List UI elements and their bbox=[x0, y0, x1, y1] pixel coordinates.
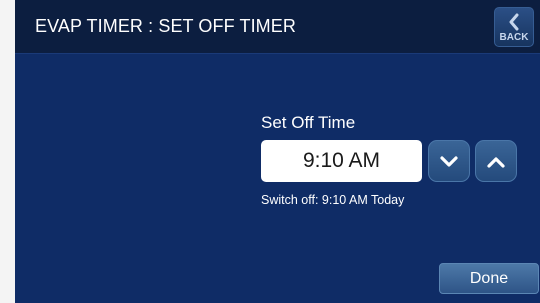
increase-time-button[interactable] bbox=[475, 140, 517, 182]
chevron-left-icon bbox=[509, 13, 519, 31]
back-button[interactable]: BACK bbox=[494, 7, 534, 47]
chevron-up-icon bbox=[487, 157, 505, 168]
page-title: EVAP TIMER : SET OFF TIMER bbox=[35, 16, 296, 36]
chevron-down-icon bbox=[440, 156, 458, 167]
off-time-display[interactable]: 9:10 AM bbox=[261, 140, 422, 182]
done-button[interactable]: Done bbox=[439, 263, 539, 294]
switch-off-info: Switch off: 9:10 AM Today bbox=[261, 193, 405, 207]
set-off-time-label: Set Off Time bbox=[261, 113, 356, 132]
back-label: BACK bbox=[499, 32, 529, 43]
evap-timer-screen: EVAP TIMER : SET OFF TIMER BACK Set Off … bbox=[15, 0, 540, 303]
header-bar: EVAP TIMER : SET OFF TIMER BACK bbox=[15, 0, 540, 54]
decrease-time-button[interactable] bbox=[428, 140, 470, 182]
